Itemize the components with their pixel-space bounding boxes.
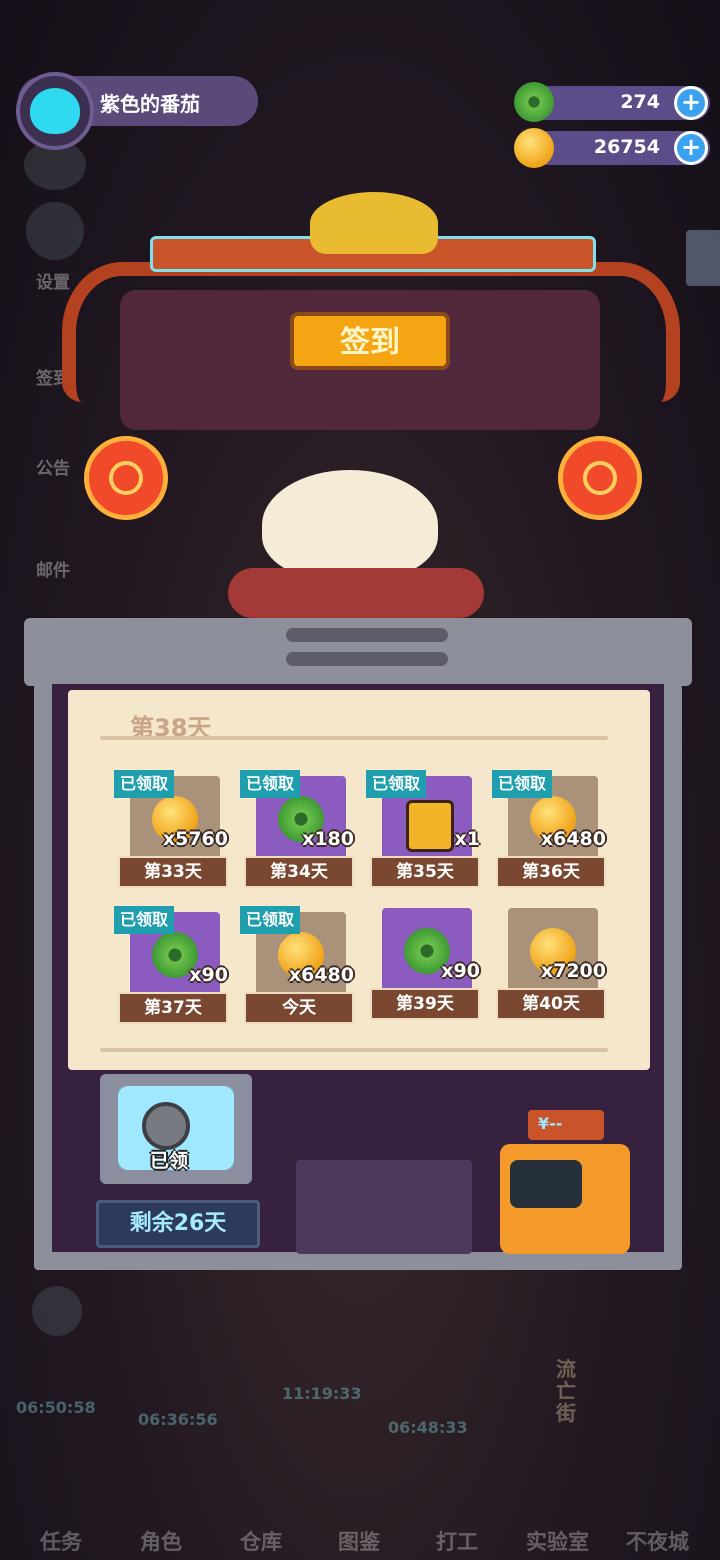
reward-day-label: 第39天 bbox=[370, 988, 480, 1020]
reward-qty: x6480 bbox=[540, 828, 606, 850]
avatar[interactable] bbox=[16, 72, 94, 150]
reward-qty: x90 bbox=[441, 960, 480, 982]
claimed-badge: 已领取 bbox=[492, 770, 553, 798]
nav-work: 打工 bbox=[436, 1530, 478, 1554]
add-gems-button[interactable]: + bbox=[674, 86, 708, 120]
claimed-badge: 已领取 bbox=[114, 770, 175, 798]
side-menu-notice: 公告 bbox=[36, 459, 70, 479]
ledge-slot bbox=[286, 652, 448, 666]
robot-display-text: ¥-- bbox=[538, 1114, 563, 1133]
username: 紫色的番茄 bbox=[100, 92, 200, 116]
side-menu-settings: 设置 bbox=[36, 273, 70, 293]
disc-icon bbox=[142, 1102, 190, 1150]
help-icon bbox=[32, 1286, 82, 1336]
claimed-badge: 已领取 bbox=[114, 906, 175, 934]
add-gold-button[interactable]: + bbox=[674, 131, 708, 165]
reward-qty: x90 bbox=[189, 964, 228, 986]
reward-card-today[interactable]: x6480 今天 已领取 bbox=[240, 906, 354, 1034]
claimed-badge: 已领取 bbox=[240, 770, 301, 798]
bookshelf bbox=[296, 1160, 472, 1254]
cushion bbox=[228, 568, 484, 618]
gold-ingot-icon bbox=[310, 192, 438, 254]
reward-day-label: 第34天 bbox=[244, 856, 354, 888]
bg-timer-1: 06:50:58 bbox=[16, 1398, 96, 1417]
left-lantern-icon bbox=[84, 436, 168, 520]
reward-qty: x6480 bbox=[288, 964, 354, 986]
reward-qty: x180 bbox=[302, 828, 354, 850]
reward-day-label: 第40天 bbox=[496, 988, 606, 1020]
nav-warehouse: 仓库 bbox=[240, 1530, 282, 1554]
nav-collection: 图鉴 bbox=[338, 1530, 380, 1554]
claimed-badge: 已领取 bbox=[240, 906, 301, 934]
remaining-days: 剩余26天 bbox=[96, 1200, 260, 1248]
ledge-slot bbox=[286, 628, 448, 642]
nav-tasks: 任务 bbox=[40, 1530, 82, 1554]
paper-divider bbox=[100, 1048, 608, 1052]
gold-coin-icon bbox=[514, 128, 554, 168]
reward-day-label: 第37天 bbox=[118, 992, 228, 1024]
gold-count: 26754 bbox=[593, 136, 660, 158]
settings-gear-icon bbox=[26, 202, 84, 260]
paper-divider bbox=[100, 736, 608, 740]
bg-vertical-sign: 流亡街 bbox=[556, 1357, 576, 1425]
nav-nightcity: 不夜城 bbox=[626, 1530, 689, 1554]
cat-face-icon bbox=[30, 88, 80, 134]
bg-timer-4: 06:48:33 bbox=[388, 1418, 468, 1437]
signin-title: 签到 bbox=[290, 312, 450, 370]
side-tab-handle bbox=[686, 230, 720, 286]
sleeping-bunny-character bbox=[262, 470, 438, 580]
reward-day-label: 今天 bbox=[244, 992, 354, 1024]
reward-qty: x5760 bbox=[162, 828, 228, 850]
reward-day-label: 第35天 bbox=[370, 856, 480, 888]
reward-card-day-40[interactable]: x7200 第40天 bbox=[496, 902, 606, 1030]
bg-timer-3: 11:19:33 bbox=[282, 1384, 362, 1403]
claimed-badge: 已领取 bbox=[366, 770, 427, 798]
reward-card-day-34[interactable]: x180 第34天 已领取 bbox=[240, 770, 354, 898]
monthly-card-status: 已领 bbox=[150, 1150, 189, 1172]
reward-card-day-36[interactable]: x6480 第36天 已领取 bbox=[492, 770, 606, 898]
reward-card-day-39[interactable]: x90 第39天 bbox=[370, 902, 480, 1030]
battery-icon bbox=[406, 800, 454, 852]
nav-characters: 角色 bbox=[140, 1530, 182, 1554]
green-gem-coin-icon bbox=[514, 82, 554, 122]
reward-qty: x7200 bbox=[540, 960, 606, 982]
bg-timer-2: 06:36:56 bbox=[138, 1410, 218, 1429]
gem-count: 274 bbox=[620, 91, 660, 113]
nav-lab: 实验室 bbox=[526, 1530, 589, 1554]
reward-card-day-33[interactable]: x5760 第33天 已领取 bbox=[114, 770, 228, 898]
right-lantern-icon bbox=[558, 436, 642, 520]
reward-day-label: 第33天 bbox=[118, 856, 228, 888]
reward-card-day-37[interactable]: x90 第37天 已领取 bbox=[114, 906, 228, 1034]
reward-day-label: 第36天 bbox=[496, 856, 606, 888]
reward-card-day-35[interactable]: x1 第35天 已领取 bbox=[366, 770, 480, 898]
reward-qty: x1 bbox=[454, 828, 480, 850]
robot-price-display: ¥-- bbox=[528, 1110, 604, 1140]
robot-face-icon bbox=[510, 1160, 582, 1208]
side-menu-mail: 邮件 bbox=[36, 561, 70, 581]
